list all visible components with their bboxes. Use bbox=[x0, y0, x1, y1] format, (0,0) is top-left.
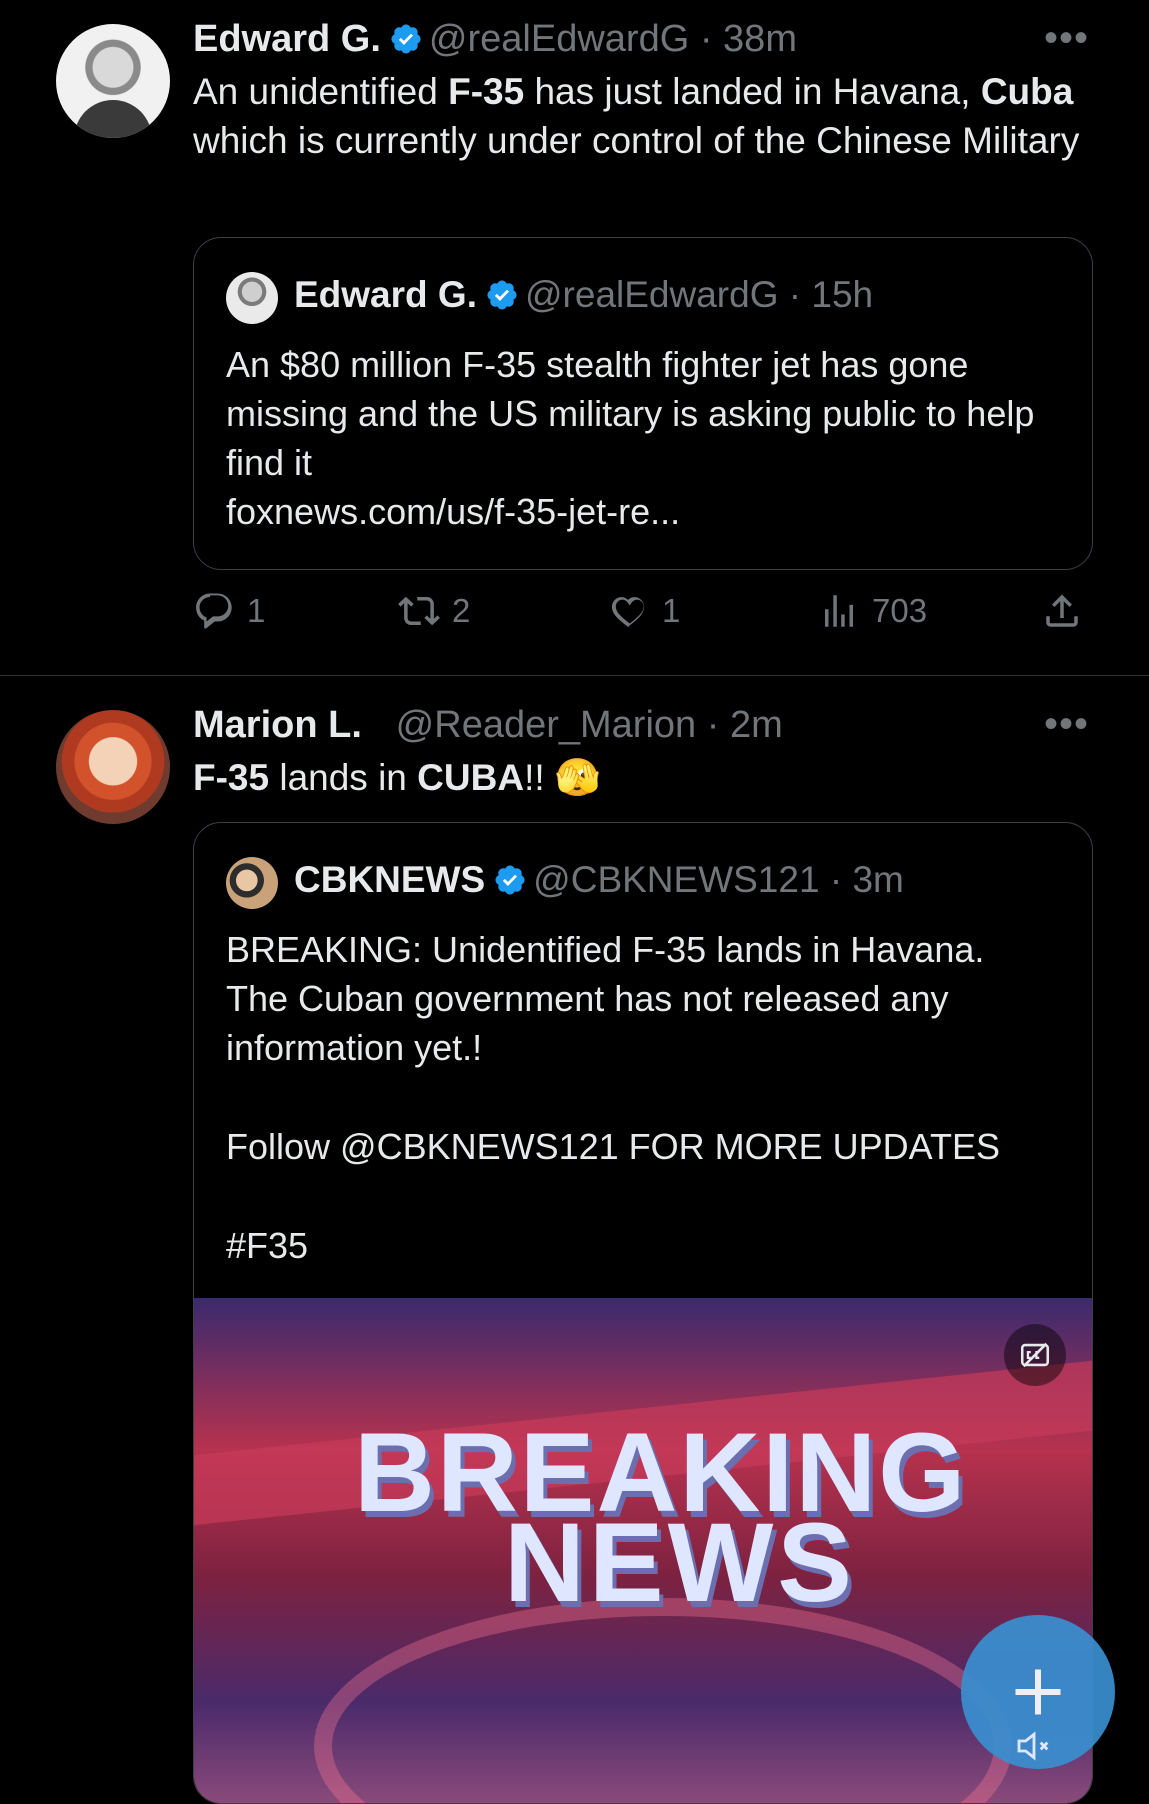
author-handle[interactable]: @Reader_Marion bbox=[396, 704, 697, 746]
more-icon[interactable]: ••• bbox=[1044, 16, 1089, 61]
reply-button[interactable]: 1 bbox=[193, 590, 265, 632]
quoted-header: Edward G. @realEdwardG · 15h bbox=[294, 274, 874, 315]
quoted-timestamp: 15h bbox=[811, 274, 874, 315]
quoted-avatar bbox=[226, 272, 278, 324]
quoted-author-handle: @realEdwardG bbox=[524, 274, 779, 315]
reply-count: 1 bbox=[247, 592, 266, 629]
quoted-author-name: CBKNEWS bbox=[294, 859, 486, 900]
verified-badge-icon bbox=[485, 278, 519, 312]
repost-icon bbox=[398, 596, 440, 626]
quoted-text: BREAKING: Unidentified F-35 lands in Hav… bbox=[226, 925, 1086, 1270]
views-count: 703 bbox=[872, 592, 928, 629]
repost-count: 2 bbox=[452, 592, 471, 629]
avatar[interactable] bbox=[56, 24, 170, 138]
repost-button[interactable]: 2 bbox=[398, 590, 470, 632]
tweet-text: F-35 lands in CUBA!! 🫣 bbox=[193, 757, 601, 798]
author-name[interactable]: Edward G. bbox=[193, 18, 381, 60]
more-icon[interactable]: ••• bbox=[1044, 702, 1089, 747]
like-icon bbox=[611, 597, 644, 628]
author-handle[interactable]: @realEdwardG bbox=[429, 18, 689, 60]
quoted-header: CBKNEWS @CBKNEWS121 · 3m bbox=[294, 859, 904, 900]
tweet-header: Edward G. @realEdwardG · 38m bbox=[193, 18, 797, 61]
views-icon bbox=[825, 595, 853, 627]
tweet-header: Marion L. · @Reader_Marion · 2m bbox=[193, 704, 783, 746]
quoted-avatar bbox=[226, 857, 278, 909]
tweet-text: An unidentified F-35 has just landed in … bbox=[193, 71, 1080, 161]
mute-button[interactable] bbox=[1010, 1722, 1058, 1770]
tweet-2[interactable]: Marion L. · @Reader_Marion · 2m ••• F-35… bbox=[0, 676, 1149, 1804]
avatar[interactable] bbox=[56, 710, 170, 824]
share-icon bbox=[1046, 594, 1078, 627]
views-button[interactable]: 703 bbox=[818, 590, 927, 632]
separator: · bbox=[689, 18, 724, 60]
captions-off-icon bbox=[1020, 1342, 1050, 1368]
media-text-news: NEWS bbox=[504, 1500, 856, 1625]
like-count: 1 bbox=[662, 592, 681, 629]
quoted-timestamp: 3m bbox=[852, 859, 904, 900]
timestamp[interactable]: 2m bbox=[730, 704, 783, 746]
quoted-tweet[interactable]: Edward G. @realEdwardG · 15h An $80 milli… bbox=[193, 237, 1093, 570]
quoted-author-handle: @CBKNEWS121 bbox=[533, 859, 820, 900]
compose-plus-icon bbox=[1015, 1669, 1061, 1715]
timestamp[interactable]: 38m bbox=[723, 18, 797, 60]
quoted-tweet[interactable]: CBKNEWS @CBKNEWS121 · 3m BREAKING: Uniden… bbox=[193, 822, 1093, 1804]
quoted-link[interactable]: foxnews.com/us/f-35-jet-re... bbox=[226, 491, 680, 532]
video-media[interactable]: BREAKING NEWS bbox=[194, 1298, 1092, 1803]
action-bar: 1 2 1 703 bbox=[193, 590, 1093, 640]
mute-icon bbox=[1017, 1731, 1049, 1761]
hashtag[interactable]: #F35 bbox=[226, 1221, 1086, 1270]
quoted-author-name: Edward G. bbox=[294, 274, 477, 315]
verified-badge-icon bbox=[493, 863, 527, 897]
like-button[interactable]: 1 bbox=[608, 590, 680, 632]
tweet-1[interactable]: Edward G. @realEdwardG · 38m ••• An unide… bbox=[0, 0, 1149, 675]
captions-off-button[interactable] bbox=[1004, 1324, 1066, 1386]
verified-badge-icon bbox=[389, 22, 423, 56]
reply-icon bbox=[196, 593, 232, 629]
author-name[interactable]: Marion L. bbox=[193, 704, 362, 746]
emoji: 🫣 bbox=[554, 757, 601, 798]
quoted-text: An $80 million F-35 stealth fighter jet … bbox=[226, 344, 1035, 532]
share-button[interactable] bbox=[1041, 590, 1095, 632]
